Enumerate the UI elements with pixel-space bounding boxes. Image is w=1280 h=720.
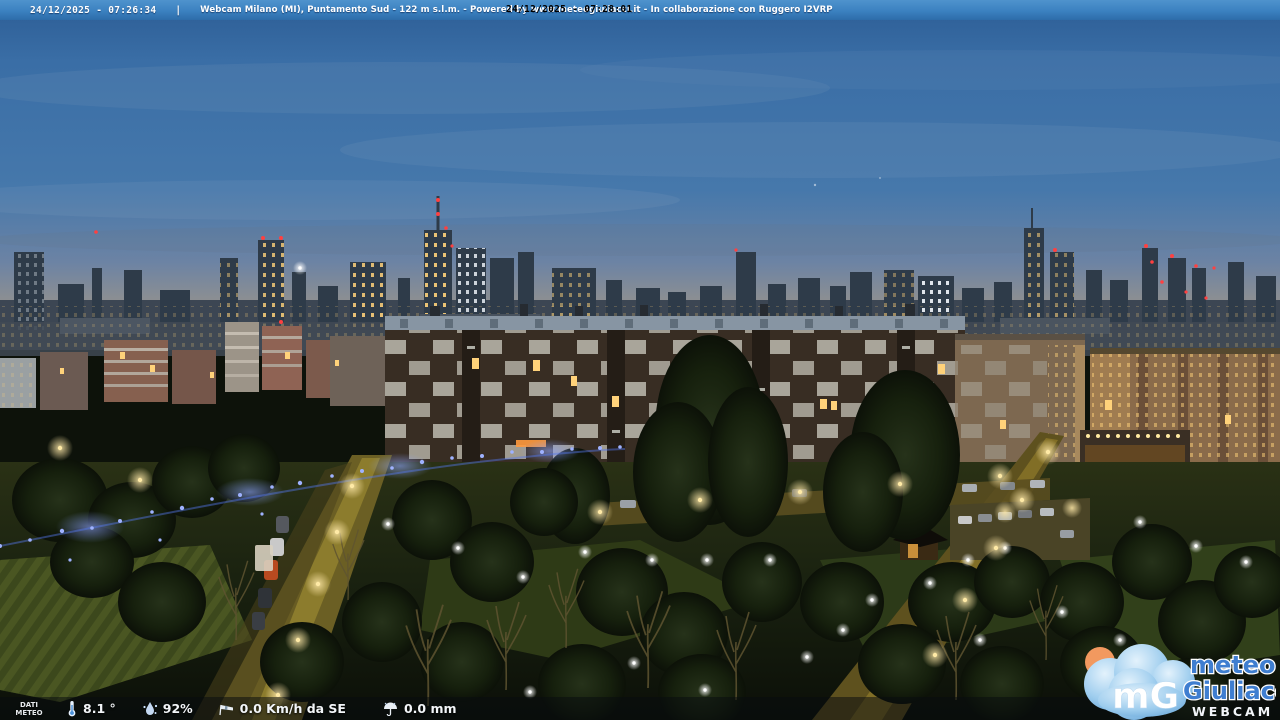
webcam-frame: 24/12/2025 - 07:26:34 | Webcam Milano (M… <box>0 0 1280 720</box>
wind-reading: 0.0 Km/h da SE <box>217 701 346 716</box>
rain-gauge-icon <box>383 702 397 716</box>
brand-word-giuliacci: Giuliacci <box>1183 677 1276 705</box>
meteo-giuliacci-watermark: mG meteo Giuliacci WEBCAM <box>1084 644 1276 720</box>
logo-initials: mG <box>1112 676 1179 717</box>
temperature-reading: 8.1 ° <box>66 700 116 717</box>
precipitation-reading: 0.0 mm <box>382 701 457 716</box>
windsock-icon <box>219 704 233 716</box>
humidity-icon <box>143 702 157 715</box>
humidity-reading: 92% <box>142 701 193 716</box>
brand-caption-webcam: WEBCAM <box>1192 704 1273 719</box>
weather-data-label: DATI METEO <box>15 700 43 717</box>
brand-word-meteo: meteo <box>1190 651 1276 679</box>
cloud-logo-icon: mG <box>1084 644 1195 720</box>
header-bar: 24/12/2025 - 07:26:34 | Webcam Milano (M… <box>0 0 1280 20</box>
header-divider: | <box>176 4 181 16</box>
thermometer-icon <box>68 701 76 717</box>
header-timestamp: 24/12/2025 - 07:26:34 <box>30 4 157 16</box>
cityscape-photo <box>0 0 1280 720</box>
header-timestamp-overlay: 24/12/2025 - 07:28:01 <box>506 4 633 15</box>
